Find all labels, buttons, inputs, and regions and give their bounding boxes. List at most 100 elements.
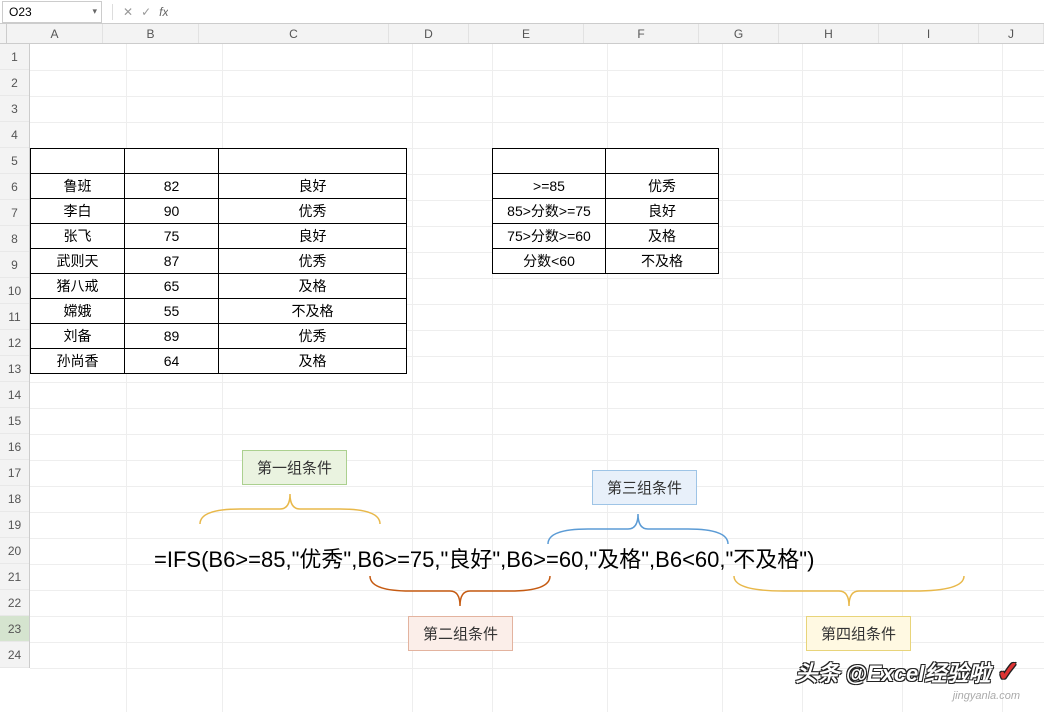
callout-1: 第一组条件 <box>242 450 347 485</box>
row-header-24[interactable]: 24 <box>0 642 29 668</box>
table-cell[interactable]: 及格 <box>219 274 407 299</box>
table-cell[interactable]: 75 <box>125 224 219 249</box>
row-header-6[interactable]: 6 <box>0 174 29 200</box>
sheet-area[interactable]: 姓名考核得分等级鲁班82良好李白90优秀张飞75良好武则天87优秀猪八戒65及格… <box>30 44 1044 712</box>
callout-4-label: 第四组条件 <box>821 626 896 643</box>
brace-1-icon <box>190 484 390 534</box>
formula-display: =IFS(B6>=85,"优秀",B6>=75,"良好",B6>=60,"及格"… <box>154 542 814 574</box>
row-header-19[interactable]: 19 <box>0 512 29 538</box>
table-cell[interactable]: 不及格 <box>219 299 407 324</box>
table-cell[interactable]: 李白 <box>31 199 125 224</box>
col-header-F[interactable]: F <box>584 24 699 43</box>
watermark-text: 头条 @Excel经验啦 <box>795 661 990 686</box>
col-header-G[interactable]: G <box>699 24 779 43</box>
t1-header: 姓名 <box>31 149 125 174</box>
spreadsheet-grid: ABCDEFGHIJ 12345678910111213141516171819… <box>0 24 1044 712</box>
col-header-B[interactable]: B <box>103 24 199 43</box>
main-data-table: 姓名考核得分等级鲁班82良好李白90优秀张飞75良好武则天87优秀猪八戒65及格… <box>30 148 407 374</box>
row-header-11[interactable]: 11 <box>0 304 29 330</box>
table-cell[interactable]: 55 <box>125 299 219 324</box>
table-cell[interactable]: 优秀 <box>219 199 407 224</box>
col-header-H[interactable]: H <box>779 24 879 43</box>
row-header-14[interactable]: 14 <box>0 382 29 408</box>
table-cell[interactable]: 分数<60 <box>493 249 606 274</box>
row-header-1[interactable]: 1 <box>0 44 29 70</box>
col-header-C[interactable]: C <box>199 24 389 43</box>
row-header-20[interactable]: 20 <box>0 538 29 564</box>
row-header-23[interactable]: 23 <box>0 616 29 642</box>
confirm-icon[interactable]: ✓ <box>141 5 151 19</box>
col-header-A[interactable]: A <box>7 24 103 43</box>
col-header-I[interactable]: I <box>879 24 979 43</box>
formula-bar: O23 ▾ ✕ ✓ fx <box>0 0 1044 24</box>
table-cell[interactable]: 89 <box>125 324 219 349</box>
table-cell[interactable]: 武则天 <box>31 249 125 274</box>
row-headers: 123456789101112131415161718192021222324 <box>0 44 30 668</box>
table-cell[interactable]: >=85 <box>493 174 606 199</box>
row-header-18[interactable]: 18 <box>0 486 29 512</box>
row-header-5[interactable]: 5 <box>0 148 29 174</box>
t1-header: 等级 <box>219 149 407 174</box>
name-box-value: O23 <box>9 5 32 19</box>
table-cell[interactable]: 优秀 <box>219 324 407 349</box>
fx-icon[interactable]: fx <box>159 5 168 19</box>
row-header-21[interactable]: 21 <box>0 564 29 590</box>
name-box[interactable]: O23 ▾ <box>2 1 102 23</box>
table-cell[interactable]: 优秀 <box>606 174 719 199</box>
row-header-8[interactable]: 8 <box>0 226 29 252</box>
row-header-4[interactable]: 4 <box>0 122 29 148</box>
formula-text-value: =IFS(B6>=85,"优秀",B6>=75,"良好",B6>=60,"及格"… <box>154 547 814 572</box>
table-cell[interactable]: 64 <box>125 349 219 374</box>
table-cell[interactable]: 65 <box>125 274 219 299</box>
callout-3: 第三组条件 <box>592 470 697 505</box>
table-cell[interactable]: 及格 <box>606 224 719 249</box>
row-header-12[interactable]: 12 <box>0 330 29 356</box>
table-cell[interactable]: 85>分数>=75 <box>493 199 606 224</box>
table-cell[interactable]: 优秀 <box>219 249 407 274</box>
table-cell[interactable]: 良好 <box>219 174 407 199</box>
formula-input[interactable] <box>168 1 1044 23</box>
row-header-7[interactable]: 7 <box>0 200 29 226</box>
rules-table: 分数等级>=85优秀85>分数>=75良好75>分数>=60及格分数<60不及格 <box>492 148 719 274</box>
col-header-D[interactable]: D <box>389 24 469 43</box>
table-cell[interactable]: 75>分数>=60 <box>493 224 606 249</box>
watermark-sub-text: jingyanla.com <box>953 690 1020 702</box>
callout-2-label: 第二组条件 <box>423 626 498 643</box>
callout-1-label: 第一组条件 <box>257 460 332 477</box>
column-headers: ABCDEFGHIJ <box>0 24 1044 44</box>
row-header-3[interactable]: 3 <box>0 96 29 122</box>
table-cell[interactable]: 嫦娥 <box>31 299 125 324</box>
watermark-sub: jingyanla.com <box>953 690 1020 702</box>
col-header-J[interactable]: J <box>979 24 1044 43</box>
table-cell[interactable]: 张飞 <box>31 224 125 249</box>
check-icon: ✓ <box>997 656 1020 687</box>
table-cell[interactable]: 良好 <box>606 199 719 224</box>
row-header-17[interactable]: 17 <box>0 460 29 486</box>
select-all-corner[interactable] <box>0 24 7 43</box>
table-cell[interactable]: 不及格 <box>606 249 719 274</box>
table-cell[interactable]: 及格 <box>219 349 407 374</box>
table-cell[interactable]: 鲁班 <box>31 174 125 199</box>
cancel-icon[interactable]: ✕ <box>123 5 133 19</box>
table-cell[interactable]: 猪八戒 <box>31 274 125 299</box>
table-cell[interactable]: 87 <box>125 249 219 274</box>
row-header-10[interactable]: 10 <box>0 278 29 304</box>
formula-controls: ✕ ✓ fx <box>110 4 168 20</box>
t2-header: 等级 <box>606 149 719 174</box>
row-header-13[interactable]: 13 <box>0 356 29 382</box>
row-header-15[interactable]: 15 <box>0 408 29 434</box>
table-cell[interactable]: 90 <box>125 199 219 224</box>
chevron-down-icon[interactable]: ▾ <box>92 6 97 17</box>
callout-3-label: 第三组条件 <box>607 480 682 497</box>
col-header-E[interactable]: E <box>469 24 584 43</box>
row-header-9[interactable]: 9 <box>0 252 29 278</box>
table-cell[interactable]: 刘备 <box>31 324 125 349</box>
row-header-22[interactable]: 22 <box>0 590 29 616</box>
t2-header: 分数 <box>493 149 606 174</box>
row-header-16[interactable]: 16 <box>0 434 29 460</box>
watermark: 头条 @Excel经验啦 ✓ <box>795 655 1020 688</box>
table-cell[interactable]: 良好 <box>219 224 407 249</box>
row-header-2[interactable]: 2 <box>0 70 29 96</box>
table-cell[interactable]: 82 <box>125 174 219 199</box>
table-cell[interactable]: 孙尚香 <box>31 349 125 374</box>
